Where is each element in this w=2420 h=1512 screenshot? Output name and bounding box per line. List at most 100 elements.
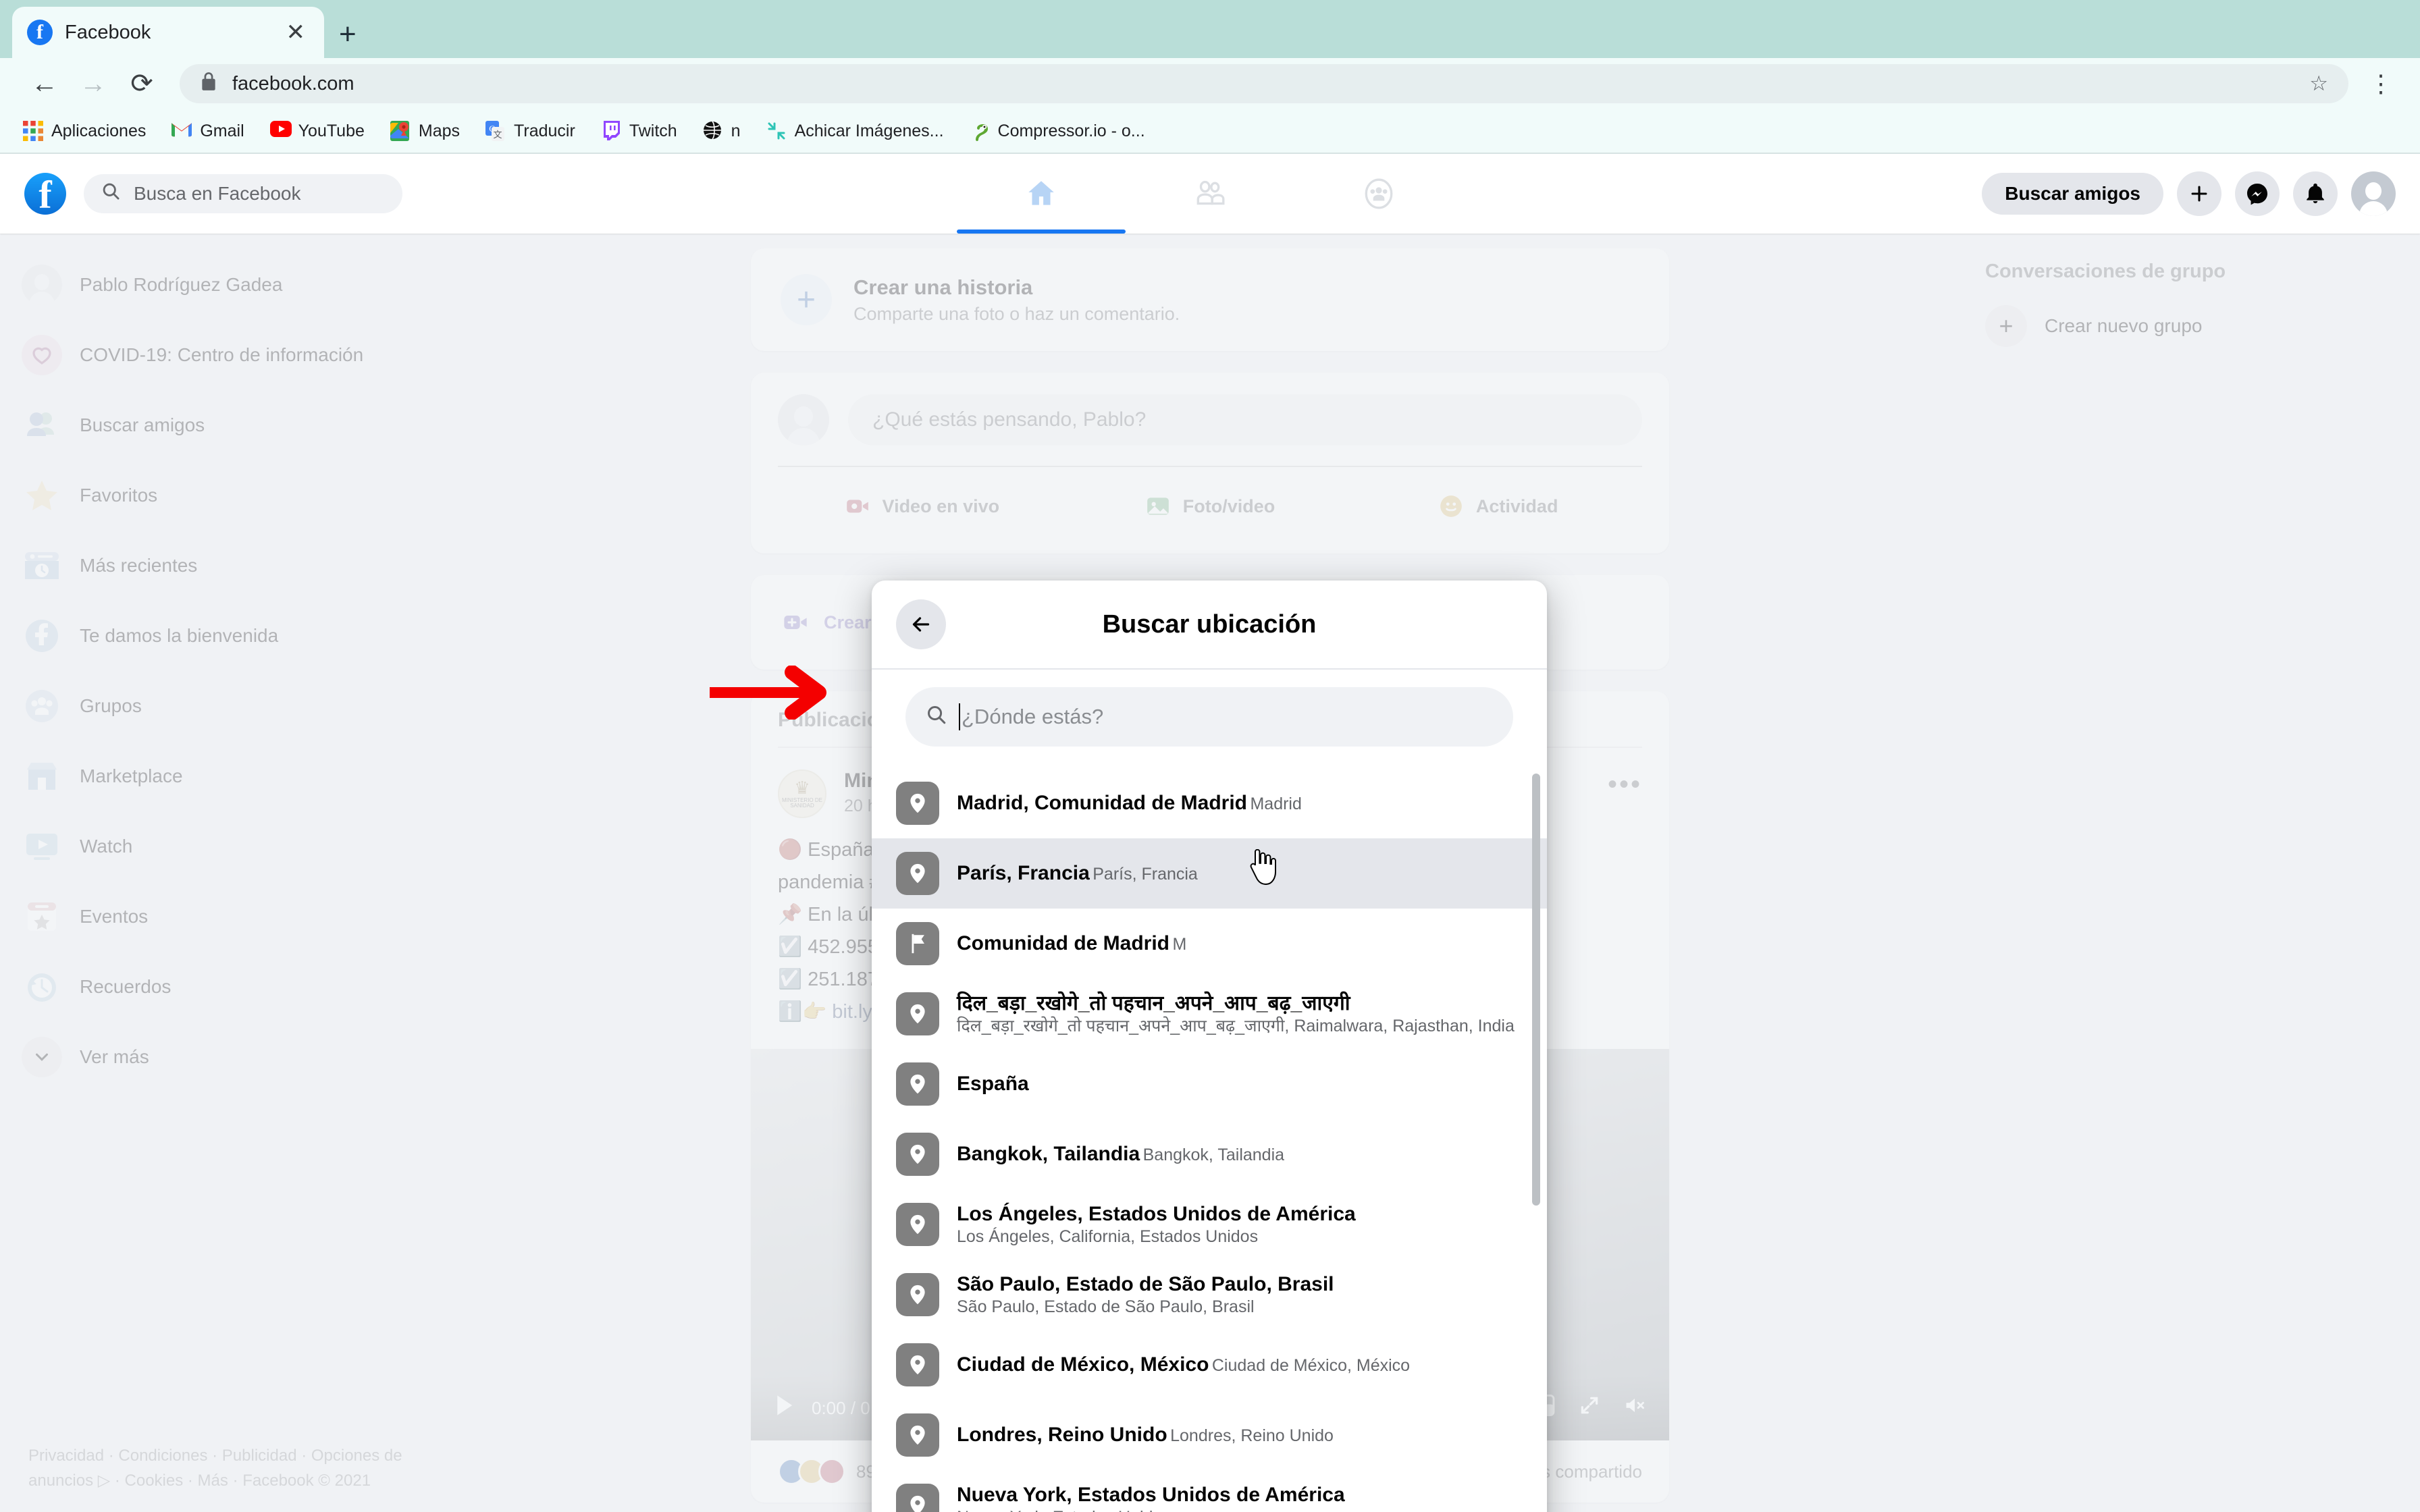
bookmark-compressor-io[interactable]: Compressor.io - o... [970,121,1145,141]
post-author-avatar[interactable]: ♛ MINISTERIO DE SANIDAD [778,770,826,818]
love-icon [818,1458,845,1486]
left-sidebar: Pablo Rodríguez Gadea COVID-19: Centro d… [0,234,459,1108]
bookmark-label: n [731,121,741,140]
location-results-list[interactable]: Madrid, Comunidad de Madrid Madrid París… [872,761,1547,1512]
reload-icon[interactable]: ⟳ [117,59,166,108]
facebook-page: f Busca en Facebook Buscar amigos Pablo … [0,154,2420,1512]
sidebar-item-grupos[interactable]: Grupos [11,671,448,741]
bookmark-achicar-imagenes[interactable]: Achicar Imágenes... [766,121,944,141]
location-result-item[interactable]: Bangkok, Tailandia Bangkok, Tailandia [872,1119,1547,1189]
back-icon[interactable]: ← [20,59,69,108]
location-result-item[interactable]: Londres, Reino Unido Londres, Reino Unid… [872,1400,1547,1470]
divider [778,466,1642,467]
fullscreen-icon[interactable] [1579,1395,1600,1422]
location-search-input[interactable]: ¿Dónde estás? [905,687,1513,747]
youtube-icon [269,121,292,141]
bookmark-label: Maps [418,121,461,140]
sidebar-item-marketplace[interactable]: Marketplace [11,741,448,811]
composer-feeling-activity-button[interactable]: Actividad [1354,481,1642,532]
composer-live-video-button[interactable]: Video en vivo [778,481,1066,532]
bookmark-aplicaciones[interactable]: Aplicaciones [23,121,146,141]
location-result-item[interactable]: Comunidad de Madrid M [872,909,1547,979]
sidebar-item-watch[interactable]: Watch [11,811,448,882]
footer-line-1[interactable]: Privacidad · Condiciones · Publicidad · … [28,1443,433,1468]
facebook-logo-icon[interactable]: f [24,173,66,215]
bookmark-star-icon[interactable]: ☆ [2309,72,2328,96]
nav-groups[interactable] [1294,154,1463,234]
sidebar-item-label: Buscar amigos [80,414,205,435]
bookmark-traducir[interactable]: G文 Traducir [485,121,575,141]
marketplace-icon [22,756,62,796]
plus-icon: + [1985,305,2027,347]
bookmark-label: Aplicaciones [51,121,147,140]
search-input[interactable]: Busca en Facebook [84,174,402,213]
find-friends-button[interactable]: Buscar amigos [1982,173,2163,215]
notifications-button[interactable] [2293,171,2338,216]
location-pin-icon [896,782,939,825]
muted-volume-icon[interactable] [1623,1395,1646,1422]
forward-icon[interactable]: → [69,59,117,108]
maps-icon [390,121,411,141]
nav-home[interactable] [957,154,1126,234]
sidebar-item-find-friends[interactable]: Buscar amigos [11,390,448,460]
browser-menu-icon[interactable]: ⋮ [2362,70,2400,98]
bookmark-n[interactable]: n [703,121,741,141]
bookmark-youtube[interactable]: YouTube [269,121,365,141]
sidebar-item-bienvenida[interactable]: Te damos la bienvenida [11,601,448,671]
memories-icon [22,967,62,1007]
results-scrollbar[interactable] [1532,774,1540,1206]
messenger-button[interactable] [2235,171,2280,216]
create-story-card[interactable]: + Crear una historia Comparte una foto o… [751,248,1669,351]
facebook-favicon: f [27,20,53,45]
bookmark-label: Compressor.io - o... [997,121,1145,140]
sidebar-item-eventos[interactable]: Eventos [11,882,448,952]
sidebar-item-label: Pablo Rodríguez Gadea [80,274,283,295]
composer-input[interactable]: ¿Qué estás pensando, Pablo? [848,394,1642,446]
back-arrow-icon[interactable] [896,599,946,649]
close-icon[interactable]: ✕ [282,19,310,46]
new-tab-button[interactable]: + [339,18,357,58]
location-result-item[interactable]: Madrid, Comunidad de Madrid Madrid [872,768,1547,838]
bookmark-gmail[interactable]: Gmail [172,121,244,141]
composer-photo-video-button[interactable]: Foto/video [1066,481,1354,532]
location-result-item[interactable]: Nueva York, Estados Unidos de América Nu… [872,1470,1547,1512]
composer-actions: Video en vivo Foto/video Actividad [778,481,1642,532]
location-result-item[interactable]: Ciudad de México, México Ciudad de Méxic… [872,1330,1547,1400]
footer-line-2[interactable]: anuncios ▷ · Cookies · Más · Facebook © … [28,1468,433,1493]
star-icon [22,475,62,516]
location-result-item[interactable]: París, Francia París, Francia [872,838,1547,909]
create-button[interactable] [2177,171,2221,216]
address-bar[interactable]: facebook.com ☆ [180,64,2348,103]
friends-icon [1196,180,1225,205]
location-pin-icon [896,1413,939,1457]
sidebar-item-favoritos[interactable]: Favoritos [11,460,448,531]
sidebar-item-label: COVID-19: Centro de información [80,344,364,365]
location-result-item[interactable]: Los Ángeles, Estados Unidos de América L… [872,1189,1547,1260]
sidebar-item-label: Eventos [80,906,149,927]
location-title: España [957,1073,1029,1095]
bookmark-maps[interactable]: Maps [390,121,460,141]
location-title: São Paulo, Estado de São Paulo, Brasil [957,1273,1334,1295]
location-title: Los Ángeles, Estados Unidos de América [957,1203,1356,1225]
location-pin-icon [896,992,939,1035]
location-result-item[interactable]: दिल_बड़ा_रखोगे_तो पहचान_अपने_आप_बढ़_जाएग… [872,979,1547,1049]
nav-friends[interactable] [1126,154,1294,234]
dialog-title: Buscar ubicación [1102,610,1317,639]
location-result-item[interactable]: São Paulo, Estado de São Paulo, Brasil S… [872,1260,1547,1330]
sidebar-item-ver-mas[interactable]: Ver más [11,1022,448,1092]
care-icon [798,1458,825,1486]
account-avatar[interactable] [2351,171,2396,216]
gmail-icon [172,121,192,141]
sidebar-item-recuerdos[interactable]: Recuerdos [11,952,448,1022]
sidebar-item-mas-recientes[interactable]: Más recientes [11,531,448,601]
play-icon[interactable] [774,1394,794,1423]
browser-tab[interactable]: f Facebook ✕ [12,7,324,58]
more-options-icon[interactable]: ••• [1608,770,1642,800]
location-result-item[interactable]: España [872,1049,1547,1119]
like-icon [778,1458,805,1486]
svg-text:文: 文 [494,130,502,140]
bookmark-twitch[interactable]: Twitch [601,121,677,141]
create-new-group-item[interactable]: + Crear nuevo grupo [1974,295,2393,357]
sidebar-item-covid[interactable]: COVID-19: Centro de información [11,320,448,390]
sidebar-item-profile[interactable]: Pablo Rodríguez Gadea [11,250,448,320]
